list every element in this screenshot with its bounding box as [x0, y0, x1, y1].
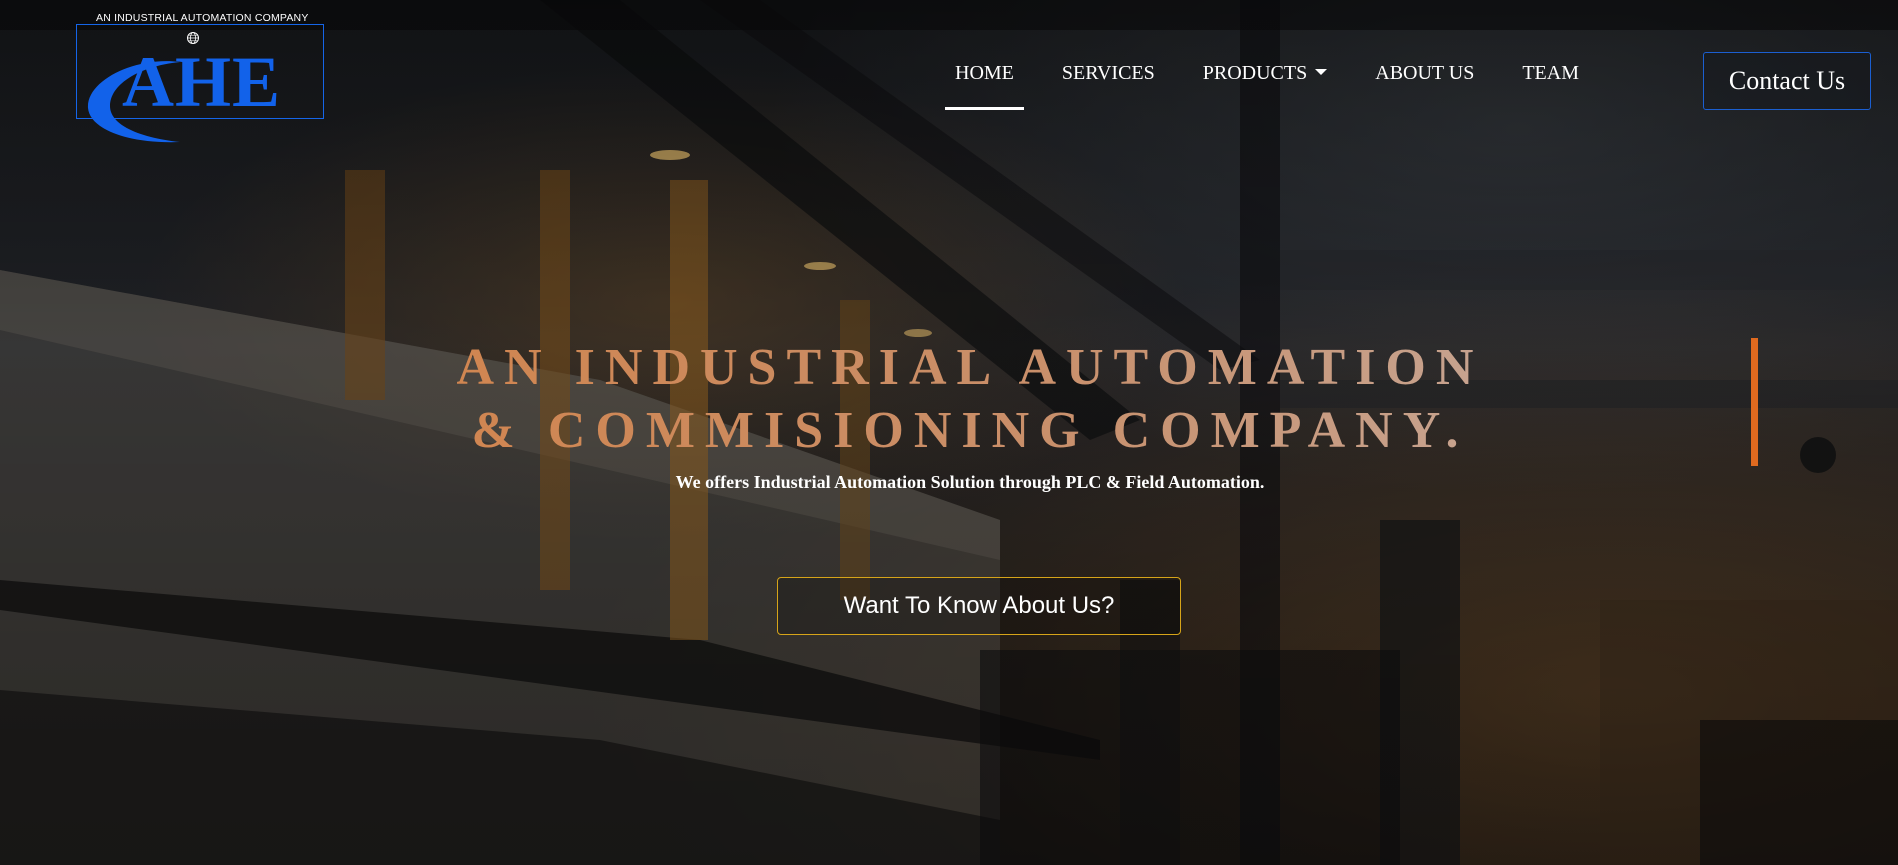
caret-down-icon [1315, 69, 1328, 76]
logo-tagline: AN INDUSTRIAL AUTOMATION COMPANY [96, 12, 309, 24]
nav-item-label: ABOUT US [1375, 62, 1475, 84]
hero-headline-line1: AN INDUSTRIAL AUTOMATION [456, 339, 1484, 396]
nav-item-label: HOME [955, 62, 1014, 84]
contact-us-button[interactable]: Contact Us [1703, 52, 1871, 110]
hero-subheadline: We offers Industrial Automation Solution… [675, 472, 1265, 492]
hero-headline: AN INDUSTRIAL AUTOMATION & COMMISIONING … [300, 336, 1640, 462]
nav-item-home[interactable]: HOME [945, 62, 1024, 110]
nav-item-products[interactable]: PRODUCTS [1193, 62, 1337, 85]
nav-item-label: PRODUCTS [1202, 62, 1308, 84]
main-nav: HOME SERVICES PRODUCTS ABOUT US TEAM [945, 62, 1589, 110]
nav-item-label: SERVICES [1061, 62, 1155, 84]
logo-wordmark: AHE [122, 42, 282, 122]
nav-item-team[interactable]: TEAM [1512, 62, 1589, 85]
hero-section: AN INDUSTRIAL AUTOMATION COMPANY AHE HOM… [0, 0, 1898, 865]
site-logo[interactable]: AN INDUSTRIAL AUTOMATION COMPANY AHE [76, 12, 326, 143]
hero-headline-line2: & COMMISIONING COMPANY. [471, 402, 1469, 459]
nav-item-about-us[interactable]: ABOUT US [1365, 62, 1484, 85]
accent-bar [1751, 338, 1758, 466]
nav-item-services[interactable]: SERVICES [1052, 62, 1165, 85]
know-about-us-button[interactable]: Want To Know About Us? [777, 577, 1181, 635]
nav-item-label: TEAM [1522, 62, 1580, 84]
